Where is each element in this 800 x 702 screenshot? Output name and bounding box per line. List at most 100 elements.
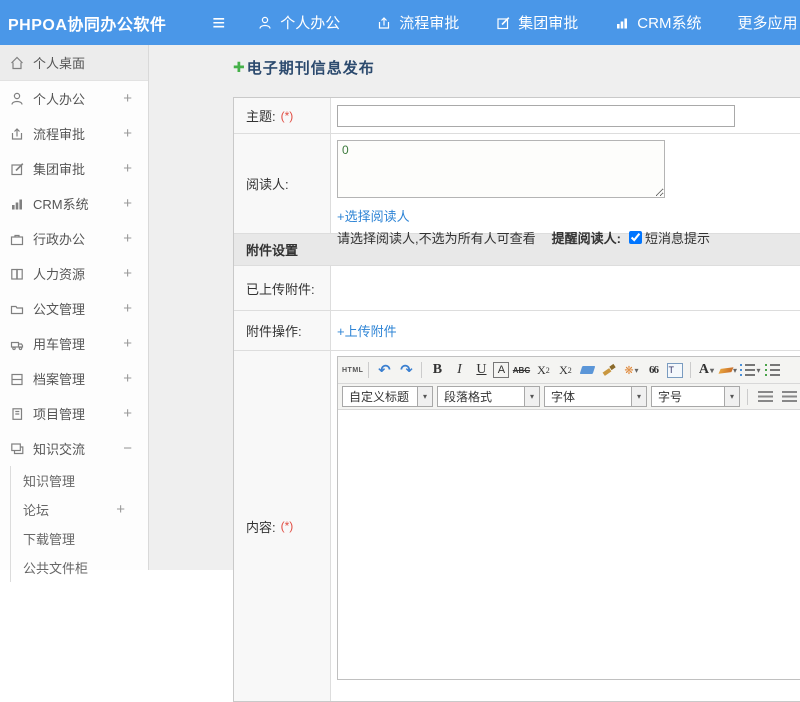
sidebar-subitem-knowledge-management[interactable]: 知识管理 [11,466,148,495]
expand-plus-icon[interactable]: + [123,300,132,317]
bold-button[interactable]: B [427,360,447,380]
sidebar-item-vehicle-management[interactable]: 用车管理 + [0,326,148,361]
subscript-button[interactable]: X2 [555,360,575,380]
superscript-base: X [537,362,546,377]
bar-chart-icon [9,196,25,212]
sidebar-item-label: 流程审批 [33,127,86,142]
sidebar-item-label: 个人桌面 [33,56,86,71]
highlight-color-button[interactable]: ▾ [718,360,738,380]
dropdown-caret-icon: ▾ [631,387,646,406]
remind-readers-label: 提醒阅读人: [551,231,621,246]
content-editor-cell: HTML ↶ ↷ B I U A ABC X2 X 2 ❋ ▾ 66 T A ▾… [331,351,800,701]
font-size-dropdown[interactable]: 字号 ▾ [651,386,740,407]
sidebar-subitem-download-management[interactable]: 下载管理 [11,524,148,553]
expand-plus-icon[interactable]: + [123,335,132,352]
sidebar-item-archive-management[interactable]: 档案管理 + [0,361,148,396]
nav-workflow-approval[interactable]: 流程审批 [376,12,459,33]
attachment-actions-content-cell: +上传附件 [331,311,800,350]
upload-attachment-link[interactable]: +上传附件 [337,321,397,340]
superscript-button[interactable]: X2 [533,360,553,380]
sidebar-item-crm-system[interactable]: CRM系统 + [0,186,148,221]
sidebar-item-label: 知识交流 [33,442,86,457]
sidebar-item-label: 项目管理 [33,407,86,422]
redo-button[interactable]: ↷ [396,360,416,380]
sidebar-item-admin-office[interactable]: 行政办公 + [0,221,148,256]
sidebar-item-project-management[interactable]: 项目管理 + [0,396,148,431]
green-plus-icon: ✚ [233,59,245,75]
sidebar-item-workflow-approval[interactable]: 流程审批 + [0,116,148,151]
sidebar: 个人桌面 个人办公 + 流程审批 + 集团审批 + CRM系统 + 行政办公 +… [0,45,149,582]
sidebar-subitem-forum[interactable]: 论坛 + [11,495,148,524]
underline-button[interactable]: U [471,360,491,380]
sms-remind-checkbox[interactable] [628,231,642,244]
readers-hint: 请选择阅读人,不选为所有人可查看 [337,231,536,246]
undo-button[interactable]: ↶ [374,360,394,380]
nav-crm-system[interactable]: CRM系统 [614,12,701,33]
html-source-button[interactable]: HTML [342,360,363,380]
expand-plus-icon[interactable]: + [123,195,132,212]
sidebar-item-label: 知识管理 [23,474,76,489]
sparkle-icon: ❋ [624,364,634,377]
sidebar-item-knowledge-exchange[interactable]: 知识交流 − [0,431,148,466]
collapse-minus-icon[interactable]: − [123,440,132,457]
editor-content-area[interactable] [338,410,800,679]
paragraph-format-dropdown[interactable]: 段落格式 ▾ [437,386,540,407]
align-left-button[interactable] [755,387,775,407]
sidebar-item-document-management[interactable]: 公文管理 + [0,291,148,326]
sidebar-item-label: 公共文件柜 [23,561,89,576]
paste-text-button[interactable]: T [665,360,685,380]
font-color-button[interactable]: A ▾ [696,360,716,380]
italic-button[interactable]: I [449,360,469,380]
paste-box-icon: T [667,362,684,378]
sidebar-item-label: 下载管理 [23,532,76,547]
custom-heading-dropdown[interactable]: 自定义标题 ▾ [342,386,433,407]
hamburger-menu-icon[interactable]: ≡ [212,0,225,45]
ordered-list-button[interactable]: ▾ [740,360,760,380]
subscript-idx: 2 [567,365,572,375]
toolbar-separator [747,388,748,405]
expand-plus-icon[interactable]: + [123,230,132,247]
toolbar-separator [690,362,692,378]
select-readers-link[interactable]: +选择阅读人 [337,206,410,225]
attachment-actions-label-cell: 附件操作: [234,311,331,350]
font-color-letter: A [698,362,709,377]
subject-input[interactable] [337,104,735,127]
toolbar-separator [368,362,370,378]
editor-toolbar-row2: 自定义标题 ▾ 段落格式 ▾ 字体 ▾ 字号 ▾ [338,384,800,410]
auto-typeset-button[interactable]: ❋ ▾ [621,360,641,380]
content-row: 内容: (*) HTML ↶ ↷ B I U A ABC X 2 X 2 ❋ ▾… [234,351,800,701]
expand-plus-icon[interactable]: + [123,370,132,387]
sidebar-item-personal-desktop[interactable]: 个人桌面 [0,45,148,81]
notebook-icon [9,406,25,422]
font-style-button[interactable]: A [493,362,510,378]
nav-more-apps[interactable]: 更多应用 [737,12,797,33]
sidebar-subitem-public-file-cabinet[interactable]: 公共文件柜 [11,553,148,582]
expand-plus-icon[interactable]: + [123,160,132,177]
readers-textarea[interactable]: 0 [337,140,665,198]
sidebar-item-label: CRM系统 [33,197,89,212]
align-center-button[interactable] [779,387,799,407]
nav-personal-office[interactable]: 个人办公 [257,12,340,33]
expand-plus-icon[interactable]: + [123,90,132,107]
layers-icon [9,441,25,457]
blockquote-button[interactable]: 66 [643,360,663,380]
workflow-icon [9,126,25,142]
unordered-list-button[interactable] [762,360,782,380]
attachment-actions-label: 附件操作: [246,324,302,339]
sidebar-item-human-resources[interactable]: 人力资源 + [0,256,148,291]
format-painter-button[interactable] [599,360,619,380]
unordered-list-icon [764,364,780,376]
nav-group-approval[interactable]: 集团审批 [495,12,578,33]
remove-format-button[interactable] [577,360,597,380]
expand-plus-icon[interactable]: + [116,501,125,518]
strikethrough-button[interactable]: ABC [511,360,531,380]
workflow-icon [376,15,392,31]
dropdown-label: 字体 [551,390,576,404]
sidebar-item-personal-office[interactable]: 个人办公 + [0,81,148,116]
expand-plus-icon[interactable]: + [123,265,132,282]
nav-label: 集团审批 [518,15,579,32]
font-family-dropdown[interactable]: 字体 ▾ [544,386,647,407]
expand-plus-icon[interactable]: + [123,405,132,422]
sidebar-item-group-approval[interactable]: 集团审批 + [0,151,148,186]
expand-plus-icon[interactable]: + [123,125,132,142]
